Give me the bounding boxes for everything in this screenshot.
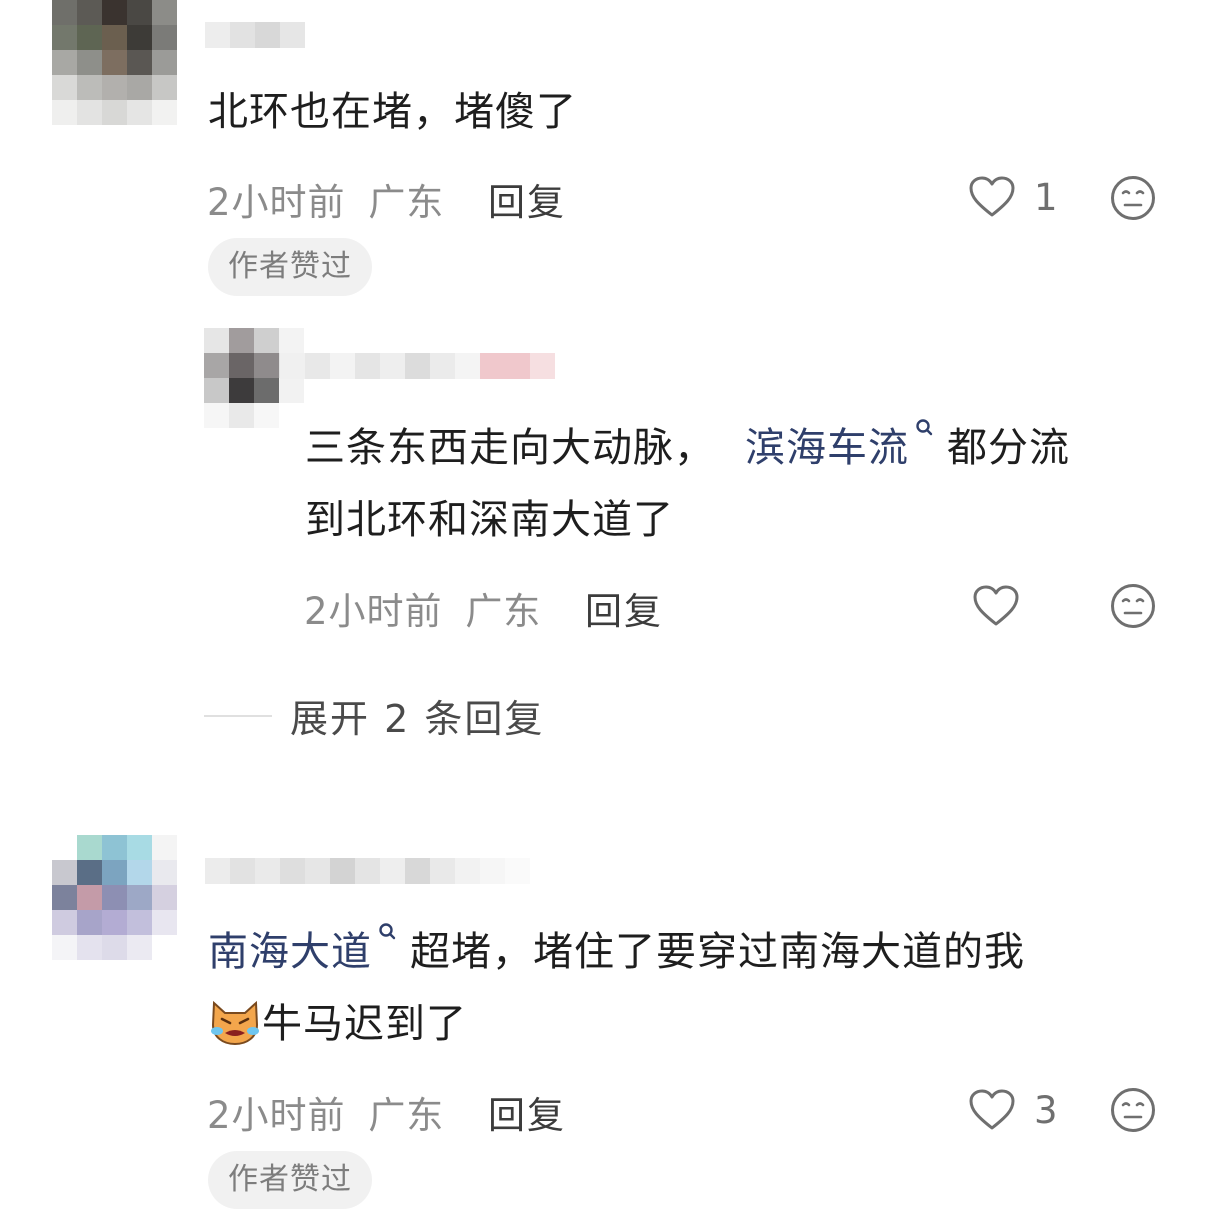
location: 广东 [368, 181, 445, 224]
heart-icon [969, 176, 1015, 217]
timestamp: 2小时前 [207, 1094, 346, 1137]
username[interactable] [205, 858, 530, 884]
heart-icon [969, 1089, 1015, 1130]
comment-meta: 2小时前 广东 [207, 1085, 444, 1139]
comment-text: 三条东西走向大动脉， 滨海车流 都分流 到北环和深南大道了 [305, 412, 1070, 556]
location: 广东 [368, 1094, 445, 1137]
like-count: 1 [1034, 175, 1058, 219]
avatar[interactable] [52, 835, 177, 960]
avatar[interactable] [52, 0, 177, 125]
like-button[interactable]: 3 [968, 1083, 1058, 1137]
comment-text: 北环也在堵，堵傻了 [208, 89, 577, 135]
timestamp: 2小时前 [207, 181, 346, 224]
comment-meta: 2小时前 广东 [207, 172, 444, 226]
divider [204, 714, 272, 717]
heart-icon[interactable] [972, 584, 1020, 628]
topic-link[interactable]: 南海大道 [208, 929, 372, 975]
comment-meta: 2小时前 广东 [304, 581, 541, 635]
search-link-icon [916, 419, 933, 436]
expand-replies[interactable]: 展开 2 条回复 [204, 688, 544, 743]
comment-text: 南海大道 超堵，堵住了要穿过南海大道的我 牛马迟到了 [208, 916, 1025, 1060]
meh-face-icon[interactable] [1110, 175, 1156, 221]
crying-cat-emoji [211, 1000, 259, 1046]
location: 广东 [465, 590, 542, 633]
meh-face-icon[interactable] [1110, 1087, 1156, 1133]
meh-face-icon[interactable] [1110, 583, 1156, 629]
username[interactable] [280, 353, 555, 379]
timestamp: 2小时前 [304, 590, 443, 633]
author-liked-badge: 作者赞过 [208, 238, 372, 296]
like-count: 3 [1034, 1088, 1058, 1132]
like-button[interactable]: 1 [968, 170, 1058, 224]
reply-button[interactable]: 回复 [488, 172, 566, 226]
reply-button[interactable]: 回复 [488, 1085, 566, 1139]
username[interactable] [205, 22, 305, 48]
topic-link[interactable]: 滨海车流 [745, 425, 909, 471]
reply-button[interactable]: 回复 [585, 581, 663, 635]
search-link-icon [379, 923, 396, 940]
expand-replies-label: 展开 2 条回复 [290, 697, 545, 741]
author-liked-badge: 作者赞过 [208, 1151, 372, 1209]
